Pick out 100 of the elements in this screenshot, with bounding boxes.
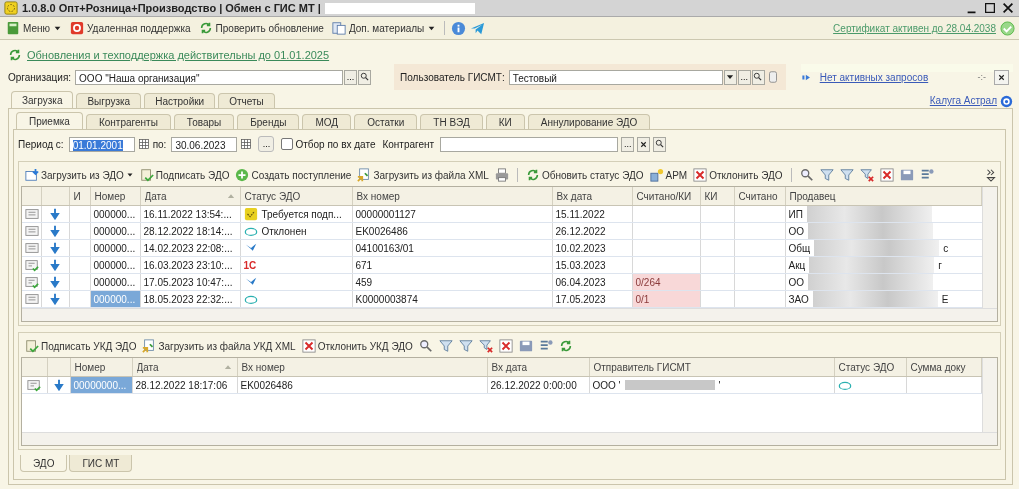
tab[interactable]: ТН ВЭД <box>420 114 483 129</box>
filter-icon[interactable] <box>458 339 473 353</box>
column-header[interactable]: Вх номер <box>356 190 400 202</box>
toolbar-button[interactable]: Подписать УКД ЭДО <box>25 339 137 353</box>
filter-icon[interactable] <box>839 168 854 182</box>
table-cell: 000000... <box>93 276 136 288</box>
field-label: Организация: <box>8 71 72 83</box>
table-cell: 0/264 <box>635 276 661 288</box>
toolbar-button[interactable]: Отклонить ЭДО <box>693 168 783 182</box>
select-button[interactable]: ... <box>737 69 751 85</box>
clear-filter-icon[interactable] <box>478 339 493 353</box>
search-button[interactable] <box>653 136 667 152</box>
toolbar-button[interactable]: Подписать ЭДО <box>139 168 230 182</box>
column-header[interactable]: Вх номер <box>241 361 285 373</box>
toolbar-button[interactable]: Загрузить из файла УКД XML <box>142 339 296 353</box>
table-cell: 06.04.2023 <box>555 276 606 288</box>
tab[interactable]: ГИС МТ <box>69 455 133 472</box>
tab[interactable]: Остатки <box>354 114 418 129</box>
tab[interactable]: КИ <box>485 114 525 129</box>
search-button[interactable] <box>358 69 372 85</box>
select-button[interactable]: ... <box>621 136 635 152</box>
organization-field[interactable]: ООО "Наша организация" <box>75 69 344 85</box>
tab[interactable]: Выгрузка <box>76 93 142 108</box>
close-button[interactable] <box>994 69 1009 85</box>
refresh-icon[interactable] <box>558 339 573 353</box>
tab[interactable]: МОД <box>302 114 352 129</box>
vertical-scrollbar[interactable] <box>982 187 997 308</box>
paper-plane-icon[interactable] <box>470 20 486 36</box>
requests-link[interactable]: Нет активных запросов <box>819 71 929 83</box>
table-cell: 28.12.2022 18:14:... <box>143 225 233 237</box>
toolbar-button[interactable]: Отклонить УКД ЭДО <box>301 339 413 353</box>
tab[interactable]: Приемка <box>16 112 83 129</box>
more-icon[interactable] <box>984 168 998 182</box>
vertical-scrollbar[interactable] <box>982 358 997 432</box>
save-icon[interactable] <box>899 168 914 182</box>
signed-document-icon <box>139 168 154 182</box>
date-field[interactable]: 01.01.2001 <box>68 136 135 152</box>
table-cell: ИП <box>788 208 803 220</box>
menu-button[interactable]: Удаленная поддержка <box>68 20 193 36</box>
support-link[interactable]: Обновления и техподдержка действительны до 01.01.2025 <box>27 49 330 61</box>
list-settings-icon[interactable] <box>538 339 553 353</box>
column-header[interactable]: Продавец <box>789 190 836 202</box>
table-cell: 00000001127 <box>355 208 416 220</box>
menu-button[interactable]: Доп. материалы <box>329 20 439 36</box>
astral-link[interactable]: Калуга Астрал <box>929 95 997 106</box>
user-field[interactable]: Тестовый <box>508 69 723 85</box>
column-header[interactable]: Дата <box>136 361 159 373</box>
table-cell: 000000... <box>93 242 136 254</box>
toolbar-button[interactable]: АРМ <box>649 168 688 182</box>
search-icon[interactable] <box>418 339 433 353</box>
down-arrow-icon <box>49 242 61 254</box>
table-cell: Акц <box>788 259 806 271</box>
list-settings-icon[interactable] <box>919 168 934 182</box>
table-cell: 15.11.2022 <box>555 208 605 220</box>
menu-button[interactable]: Меню <box>4 20 65 36</box>
horizontal-scrollbar[interactable] <box>22 308 997 321</box>
delete-icon[interactable] <box>879 168 894 182</box>
refresh-icon <box>198 21 213 35</box>
save-icon[interactable] <box>518 339 533 353</box>
delete-icon[interactable] <box>498 339 513 353</box>
tab[interactable]: Загрузка <box>11 91 74 108</box>
horizontal-scrollbar[interactable] <box>22 432 997 445</box>
search-icon[interactable] <box>799 168 814 182</box>
clear-filter-icon[interactable] <box>859 168 874 182</box>
refresh-icon <box>8 48 22 62</box>
tab[interactable]: Контрагенты <box>85 114 171 129</box>
tab[interactable]: Бренды <box>237 114 300 129</box>
down-arrow-icon <box>49 259 61 271</box>
period-button[interactable]: ... <box>258 136 275 152</box>
filter-icon[interactable] <box>438 339 453 353</box>
toolbar-button[interactable]: Создать поступление <box>235 168 352 182</box>
toolbar-button[interactable]: Обновить статус ЭДО <box>525 168 644 182</box>
menu-button[interactable]: Проверить обновление <box>196 20 326 36</box>
tab[interactable]: Настройки <box>144 93 216 108</box>
maximize-icon[interactable] <box>983 1 997 15</box>
clear-button[interactable] <box>637 136 651 152</box>
select-button[interactable]: ... <box>344 69 358 85</box>
calendar-icon[interactable] <box>240 138 253 150</box>
tab[interactable]: Аннулирование ЭДО <box>527 114 651 129</box>
table-cell: 0/1 <box>635 293 650 305</box>
info-icon[interactable] <box>451 20 467 36</box>
dropdown-button[interactable] <box>723 69 737 85</box>
field-label: по: <box>152 138 167 150</box>
printer-icon[interactable] <box>494 168 509 182</box>
toolbar-button[interactable]: Загрузить из ЭДО <box>25 168 134 182</box>
table-cell: 18.05.2023 22:32:... <box>143 293 233 305</box>
tab[interactable]: Отчеты <box>218 93 275 108</box>
close-icon[interactable] <box>1001 1 1015 15</box>
column-header[interactable]: Дата <box>144 190 167 202</box>
checkbox[interactable] <box>281 138 294 150</box>
filter-icon[interactable] <box>819 168 834 182</box>
date-field[interactable]: 30.06.2023 <box>171 136 238 152</box>
counterparty-field[interactable] <box>440 136 619 152</box>
toolbar-button[interactable]: Загрузить из файла XML <box>357 168 489 182</box>
table-cell: 671 <box>355 259 373 271</box>
tab[interactable]: Товары <box>173 114 235 129</box>
search-icon <box>359 72 370 82</box>
calendar-icon[interactable] <box>137 138 150 150</box>
tab[interactable]: ЭДО <box>20 455 68 472</box>
search-button[interactable] <box>751 69 765 85</box>
